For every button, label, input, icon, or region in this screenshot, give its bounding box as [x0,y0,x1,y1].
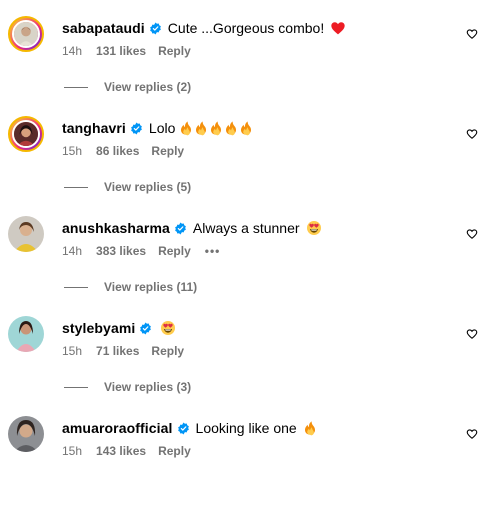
fire-emoji-group [178,120,253,136]
comment-item: stylebyami 15h 71 likes Reply View repli… [0,314,492,414]
comment-username[interactable]: stylebyami [62,320,135,336]
comment-likes[interactable]: 86 likes [96,144,139,158]
comment-meta: 15h 86 likes Reply [62,143,184,159]
verified-badge-icon [139,322,152,335]
view-replies-button[interactable]: View replies (11) [64,279,197,295]
comment-meta: 15h 143 likes Reply [62,443,191,459]
comment-header: tanghavri Lolo [62,118,253,138]
comment-likes[interactable]: 131 likes [96,44,146,58]
view-replies-button[interactable]: View replies (2) [64,79,191,95]
view-replies-button[interactable]: View replies (5) [64,179,191,195]
comment-time: 15h [62,144,83,158]
comment-username[interactable]: amuaroraofficial [62,420,173,436]
like-heart-icon[interactable] [466,28,478,40]
comment-meta: 15h 71 likes Reply [62,343,184,359]
avatar[interactable] [8,216,44,252]
verified-badge-icon [174,222,187,235]
view-replies-line [64,86,88,88]
avatar-image [14,22,38,46]
comment-text: Cute ...Gorgeous combo! [167,20,325,36]
comment-time: 15h [62,444,83,458]
comment-header: amuaroraofficial Looking like one [62,418,318,438]
comment-time: 14h [62,244,83,258]
comment-username[interactable]: tanghavri [62,120,126,136]
fire-icon [238,120,253,136]
reply-button[interactable]: Reply [158,44,191,58]
comment-item: tanghavri Lolo 15h 86 likes Reply View r… [0,114,492,214]
comment-text: Looking like one [195,420,297,436]
fire-icon [178,120,193,136]
comment-meta: 14h 383 likes Reply ••• [62,243,220,259]
comment-header: stylebyami [62,318,176,338]
fire-icon [193,120,208,136]
avatar[interactable] [8,416,44,452]
like-heart-icon[interactable] [466,428,478,440]
avatar-image [8,416,44,452]
reply-button[interactable]: Reply [158,244,191,258]
fire-icon [208,120,223,136]
reply-button[interactable]: Reply [151,144,184,158]
verified-badge-icon [149,22,162,35]
comment-text: Always a stunner [192,220,300,236]
comment-likes[interactable]: 71 likes [96,344,139,358]
view-replies-label: View replies (11) [104,280,198,294]
comment-item: anushkasharma Always a stunner 14h 383 l… [0,214,492,314]
comment-likes[interactable]: 143 likes [96,444,146,458]
avatar-image [14,122,38,146]
red-heart-icon [330,20,346,36]
view-replies-line [64,186,88,188]
comment-username[interactable]: sabapataudi [62,20,145,36]
view-replies-button[interactable]: View replies (3) [64,379,191,395]
avatar[interactable] [8,316,44,352]
comment-meta: 14h 131 likes Reply [62,43,191,59]
avatar-image [8,316,44,352]
comment-header: anushkasharma Always a stunner [62,218,322,238]
comment-header: sabapataudi Cute ...Gorgeous combo! [62,18,346,38]
fire-icon [223,120,238,136]
like-heart-icon[interactable] [466,328,478,340]
reply-button[interactable]: Reply [151,344,184,358]
avatar[interactable] [8,116,44,152]
more-options-button[interactable]: ••• [205,244,221,258]
comment-text: Lolo [148,120,176,136]
like-heart-icon[interactable] [466,128,478,140]
view-replies-label: View replies (3) [104,380,192,394]
heart-eyes-icon [160,320,176,336]
avatar-image [8,216,44,252]
comment-username[interactable]: anushkasharma [62,220,170,236]
reply-button[interactable]: Reply [158,444,191,458]
comment-likes[interactable]: 383 likes [96,244,146,258]
avatar[interactable] [8,16,44,52]
comment-item: sabapataudi Cute ...Gorgeous combo! 14h … [0,14,492,114]
view-replies-label: View replies (2) [104,80,192,94]
comment-time: 14h [62,44,83,58]
comment-time: 15h [62,344,83,358]
fire-icon [302,420,318,436]
view-replies-line [64,386,88,388]
like-heart-icon[interactable] [466,228,478,240]
view-replies-label: View replies (5) [104,180,192,194]
verified-badge-icon [130,122,143,135]
verified-badge-icon [177,422,190,435]
comment-item: amuaroraofficial Looking like one 15h 14… [0,414,492,514]
heart-eyes-icon [306,220,322,236]
view-replies-line [64,286,88,288]
